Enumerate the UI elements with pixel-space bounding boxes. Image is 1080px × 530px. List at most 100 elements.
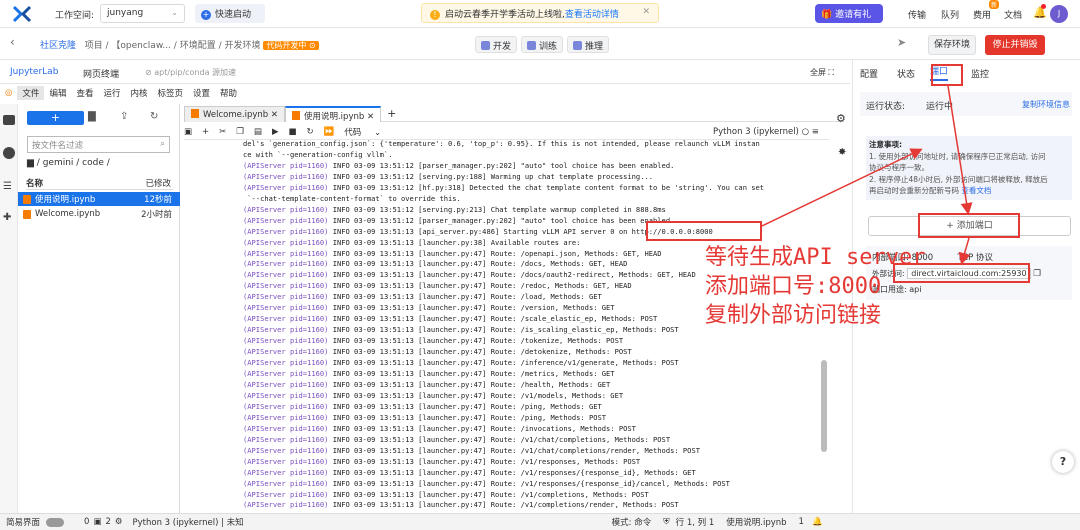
log-line: (APIServer pid=1160) INFO 03-09 13:51:13…	[243, 424, 813, 435]
close-icon[interactable]: ✕	[271, 110, 278, 120]
menu-view[interactable]: 查看	[71, 86, 98, 100]
pip-accel-link[interactable]: ⊘ apt/pip/conda 源加速	[145, 67, 236, 78]
copy-env-link[interactable]: 复制环境信息	[1022, 99, 1070, 110]
menu-file[interactable]: 文件	[17, 86, 45, 100]
mode-develop[interactable]: 开发	[475, 36, 518, 53]
mode-status: 模式: 命令	[611, 518, 652, 528]
stop-destroy-button[interactable]: 停止并销毁	[985, 35, 1045, 55]
upload-icon[interactable]: ⇪	[120, 111, 128, 122]
log-prefix: (APIServer pid=1160)	[243, 478, 329, 488]
help-button[interactable]: ?	[1052, 451, 1074, 473]
col-modified[interactable]: 已修改	[145, 177, 171, 189]
log-line: (APIServer pid=1160) INFO 03-09 13:51:13…	[243, 446, 813, 457]
fast-forward-icon[interactable]: ⏩	[324, 127, 335, 137]
extension-icon[interactable]: ✚	[3, 212, 11, 223]
transfer-link[interactable]: 传输	[908, 8, 926, 21]
stop-icon[interactable]: ■	[288, 127, 296, 137]
file-row[interactable]: Welcome.ipynb 2小时前	[18, 207, 180, 221]
simple-mode-toggle[interactable]	[46, 517, 65, 527]
tab-welcome[interactable]: Welcome.ipynb ✕	[184, 105, 285, 122]
paste-icon[interactable]: ▤	[254, 127, 262, 137]
tab-jupyterlab[interactable]: JupyterLab	[10, 67, 58, 77]
docs-link[interactable]: 文档	[1004, 8, 1022, 21]
status-badge: 代码开发中 ⊙	[263, 41, 319, 50]
tab-monitor[interactable]: 监控	[971, 67, 989, 80]
workspace-select[interactable]: junyang ⌄	[100, 4, 185, 23]
invite-button[interactable]: 🎁 邀请有礼	[815, 4, 883, 23]
editor-tabs: Welcome.ipynb ✕ 使用说明.ipynb ✕ +	[184, 105, 844, 122]
fullscreen-button[interactable]: 全屏 ⛶	[810, 67, 834, 78]
new-launcher-button[interactable]: +	[27, 111, 84, 125]
copy-icon[interactable]: ❐	[1033, 269, 1041, 279]
refresh-icon[interactable]: ↻	[150, 111, 158, 122]
breadcrumb-env-config[interactable]: 环境配置	[180, 41, 216, 51]
folder-icon[interactable]	[3, 115, 15, 125]
tab-config[interactable]: 配置	[860, 67, 878, 80]
menu-help[interactable]: 帮助	[215, 86, 242, 100]
menu-settings[interactable]: 设置	[188, 86, 215, 100]
log-prefix: (APIServer pid=1160)	[243, 204, 329, 214]
restart-icon[interactable]: ↻	[307, 127, 314, 137]
mode-inference[interactable]: 推理	[567, 36, 610, 53]
run-status-box: 运行状态: 运行中 复制环境信息	[860, 92, 1072, 116]
cut-icon[interactable]: ✂	[219, 127, 226, 137]
breadcrumb-path[interactable]: ▆ / gemini / code /	[27, 158, 110, 168]
scrollbar[interactable]	[821, 360, 827, 452]
debug-icon[interactable]: ✸	[838, 147, 846, 158]
cursor-position[interactable]: 行 1, 列 1	[676, 516, 715, 528]
log-text: INFO 03-09 13:51:13 [launcher.py:47] Rou…	[328, 401, 602, 411]
bell-icon[interactable]: 🔔	[812, 517, 823, 527]
insert-cell-icon[interactable]: +	[202, 127, 209, 137]
protocol-value: TCP 协议	[957, 253, 994, 263]
kernel-indicator[interactable]: Python 3 (ipykernel) ○ ≡	[713, 127, 819, 137]
close-icon[interactable]: ✕	[642, 7, 650, 17]
menu-icon[interactable]: ≡	[812, 127, 819, 137]
cell-type-select[interactable]: 代码 ⌄	[344, 126, 381, 138]
avatar[interactable]: J	[1050, 5, 1068, 23]
notice-link[interactable]: 查看活动详情	[565, 10, 619, 20]
send-icon[interactable]: ➤	[897, 36, 919, 54]
breadcrumb-community[interactable]: 社区克隆	[40, 41, 76, 51]
log-text: INFO 03-09 13:51:13 [launcher.py:47] Rou…	[328, 379, 611, 389]
notebook-icon	[291, 110, 300, 120]
back-icon[interactable]: ‹	[10, 35, 15, 49]
breadcrumb-project[interactable]: 项目	[85, 41, 103, 51]
breadcrumb-openclaw[interactable]: 【openclaw...	[111, 41, 171, 51]
run-status-value: 运行中	[926, 102, 954, 112]
notebook-icon	[191, 108, 199, 118]
file-filter-input[interactable]: 按文件名过滤 ⌕	[27, 136, 170, 153]
tab-status[interactable]: 状态	[897, 67, 915, 80]
file-row[interactable]: 使用说明.ipynb 12秒前	[18, 192, 180, 206]
save-env-button[interactable]: 保存环境	[928, 35, 976, 55]
jupyter-logo-icon: ◎	[5, 88, 13, 98]
toc-icon[interactable]: ☰	[3, 181, 12, 192]
save-icon[interactable]: ▣	[184, 127, 192, 137]
copy-icon[interactable]: ❐	[236, 127, 244, 137]
log-line: (APIServer pid=1160) INFO 03-09 13:51:13…	[243, 358, 813, 369]
col-name[interactable]: 名称	[26, 179, 43, 189]
menu-edit[interactable]: 编辑	[44, 86, 71, 100]
docs-link[interactable]: 查看文档	[961, 186, 991, 195]
queue-link[interactable]: 队列	[941, 8, 959, 21]
close-icon[interactable]: ✕	[367, 112, 374, 122]
kernel-status[interactable]: Python 3 (ipykernel) | 未知	[133, 516, 244, 528]
menu-run[interactable]: 运行	[98, 86, 125, 100]
billing-link[interactable]: 费用	[973, 8, 991, 21]
run-icon[interactable]: ▶	[272, 127, 279, 137]
logo-icon[interactable]	[12, 5, 32, 23]
log-text: del's `generation_config.json`: {'temper…	[243, 139, 760, 148]
tab-usage[interactable]: 使用说明.ipynb ✕	[284, 105, 382, 122]
annotation-line: 复制外部访问链接	[705, 303, 882, 328]
breadcrumb-dev-env: 开发环境	[224, 41, 261, 51]
menu-tabs[interactable]: 标签页	[153, 86, 189, 100]
quick-start-button[interactable]: + 快速启动	[195, 4, 265, 23]
settings-icon[interactable]: ⚙	[836, 112, 846, 125]
tab-web-terminal[interactable]: 网页终端	[83, 67, 119, 80]
log-text: INFO 03-09 13:51:13 [launcher.py:47] Rou…	[328, 390, 624, 400]
mode-train[interactable]: 训练	[521, 36, 564, 53]
new-folder-icon[interactable]: ▇	[88, 111, 96, 122]
add-tab-icon[interactable]: +	[387, 107, 396, 120]
running-icon[interactable]	[3, 147, 15, 159]
log-prefix: (APIServer pid=1160)	[243, 445, 329, 455]
menu-kernel[interactable]: 内核	[125, 86, 152, 100]
